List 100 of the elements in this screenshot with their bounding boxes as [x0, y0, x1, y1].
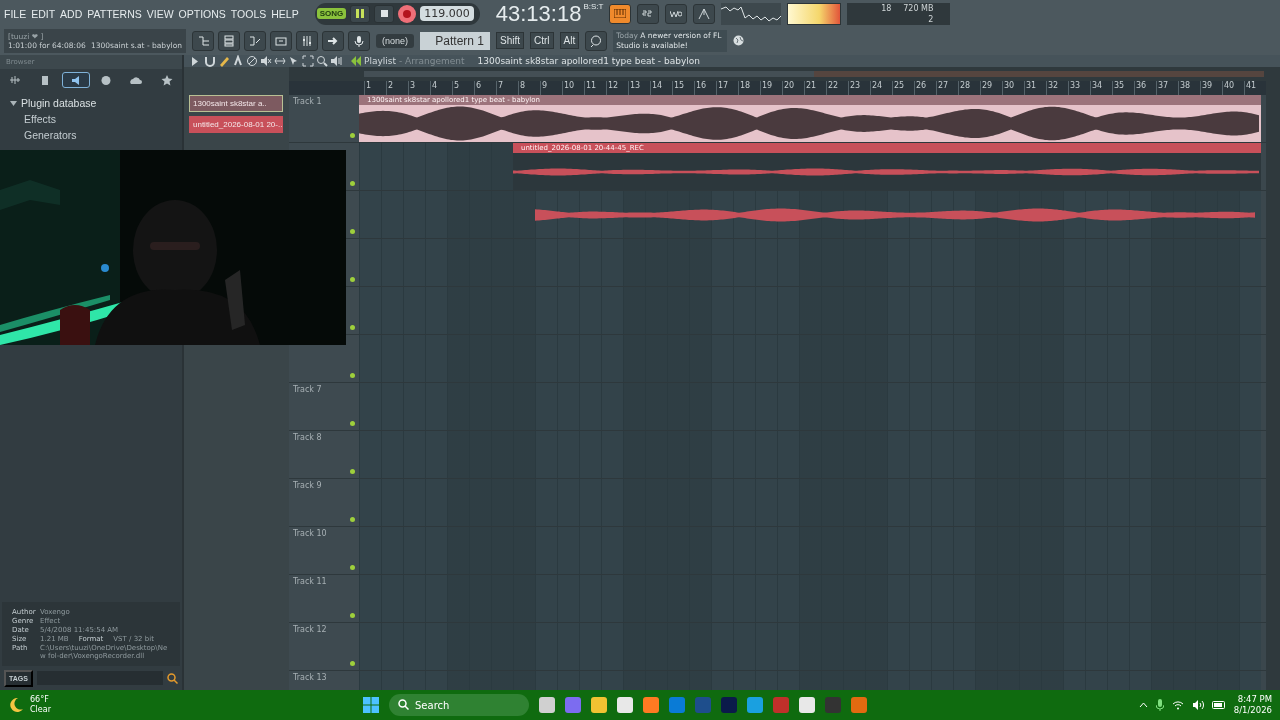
tree-item[interactable]: Effects [24, 113, 56, 125]
search-icon[interactable] [167, 672, 178, 684]
track-enable-light[interactable] [350, 421, 355, 426]
stop-icon [380, 10, 388, 17]
menu-item[interactable]: OPTIONS [178, 7, 226, 20]
track-enable-light[interactable] [350, 133, 355, 138]
playlist-subtitle: - Arrangement [399, 56, 465, 66]
help-button[interactable] [585, 30, 608, 51]
track-name: Track 7 [293, 385, 322, 394]
speaker-icon[interactable] [330, 55, 342, 67]
play-button[interactable] [350, 4, 371, 23]
time-unit-label[interactable]: B:S:T [583, 1, 604, 11]
toolbar-button[interactable] [244, 30, 266, 51]
moon-icon [8, 697, 24, 713]
track-enable-light[interactable] [350, 325, 355, 330]
cloud-icon [130, 74, 143, 86]
magnet-icon[interactable] [204, 55, 216, 67]
metronome-button[interactable] [693, 3, 716, 24]
track-enable-light[interactable] [350, 373, 355, 378]
wifi-icon[interactable] [1171, 700, 1184, 710]
oscilloscope-drawing [721, 2, 782, 25]
toolbar-button[interactable] [322, 30, 344, 51]
browser-icon [275, 34, 287, 47]
track-enable-light[interactable] [350, 517, 355, 522]
menu-item[interactable]: HELP [271, 7, 299, 20]
temperature-text: 66°F [30, 695, 50, 705]
speaker-icon[interactable] [1191, 700, 1204, 710]
mute-icon[interactable] [260, 55, 272, 67]
zoom-icon[interactable] [316, 55, 328, 67]
track-enable-light[interactable] [350, 181, 355, 186]
plug-icon [69, 74, 82, 86]
clock-time[interactable]: 8:47 PM [1233, 694, 1272, 705]
menu-item[interactable]: EDIT [31, 7, 56, 20]
horizontal-scrollbar[interactable] [364, 71, 1264, 77]
modifier-key-button[interactable]: Alt [559, 32, 580, 49]
metronome-icon [698, 8, 711, 19]
wait-button[interactable] [665, 3, 688, 24]
track-enable-light[interactable] [350, 661, 355, 666]
song-time: 43:13:18 [495, 0, 582, 27]
song-mode-toggle[interactable]: SONG [316, 8, 347, 19]
piano-roll-icon [249, 34, 261, 47]
record-icon [403, 9, 412, 18]
clip-source[interactable]: untitled_2026-08-01 20-.. [189, 116, 283, 133]
microphone-icon[interactable] [1155, 699, 1164, 711]
stop-button[interactable] [374, 4, 395, 23]
track-enable-light[interactable] [350, 229, 355, 234]
vertical-scrollbar[interactable] [1266, 67, 1280, 690]
snap-dropdown[interactable]: (none) [376, 33, 414, 48]
track-enable-light[interactable] [350, 613, 355, 618]
weather-condition: Clear [30, 705, 51, 715]
toolbar-button[interactable] [296, 30, 318, 51]
menu-item[interactable]: ADD [60, 7, 83, 20]
menu-arrow-icon[interactable] [351, 56, 361, 66]
browser-tab[interactable] [61, 72, 90, 88]
record-button[interactable] [398, 4, 417, 23]
arrangement-name[interactable]: 1300saint sk8star apollored1 type beat - babylon [477, 56, 700, 66]
select-icon[interactable] [302, 55, 314, 67]
tempo-field[interactable]: 119.000 [420, 6, 474, 21]
clock-date[interactable]: 8/1/2026 [1233, 705, 1272, 716]
track-name: Track 13 [293, 673, 327, 682]
track-enable-light[interactable] [350, 277, 355, 282]
brush-icon[interactable] [232, 55, 244, 67]
track-enable-light[interactable] [350, 565, 355, 570]
arrow-icon [327, 34, 339, 47]
playlist-title: Playlist [364, 56, 396, 66]
cpu-reading: 18 [881, 3, 892, 13]
start-icon[interactable] [363, 697, 379, 713]
mixer-icon [301, 34, 313, 47]
star-icon [160, 74, 173, 86]
typing-keyboard-button[interactable] [609, 3, 632, 24]
menu-item[interactable]: TOOLS [230, 7, 267, 20]
countdown-button[interactable] [637, 3, 660, 24]
pattern-selector[interactable]: Pattern 1 [420, 31, 490, 50]
menu-item[interactable]: VIEW [146, 7, 174, 20]
toolbar-button[interactable] [192, 30, 214, 51]
track-name: Track 12 [293, 625, 327, 634]
waveform-icon [9, 74, 22, 86]
tree-item[interactable]: Plugin database [21, 97, 97, 109]
menu-item[interactable]: FILE [4, 7, 27, 20]
prohibit-icon[interactable] [246, 55, 258, 67]
volume-meter [787, 2, 842, 25]
modifier-key-button[interactable]: Shift [496, 32, 525, 49]
menu-item[interactable]: PATTERNS [87, 7, 142, 20]
track-name: Track 1 [293, 97, 322, 106]
channel-rack-icon [223, 34, 235, 47]
battery-icon[interactable] [1211, 701, 1226, 709]
toolbar-button[interactable] [218, 30, 240, 51]
toolbar-button[interactable] [270, 30, 292, 51]
polyphony-reading: 2 [928, 14, 934, 24]
modifier-key-button[interactable]: Ctrl [530, 32, 554, 49]
tree-item[interactable]: Generators [24, 129, 77, 141]
microphone-icon [353, 34, 365, 47]
track-name: Track 10 [293, 529, 327, 538]
memory-reading: 720 MB [903, 3, 934, 13]
search-field[interactable]: Search [389, 694, 529, 716]
toolbar-button[interactable] [348, 30, 370, 51]
expanded-arrow-icon[interactable] [10, 99, 17, 107]
clip-source[interactable]: 1300saint sk8star a.. [189, 95, 283, 112]
track-enable-light[interactable] [350, 469, 355, 474]
chevron-up-icon[interactable] [1138, 702, 1148, 708]
